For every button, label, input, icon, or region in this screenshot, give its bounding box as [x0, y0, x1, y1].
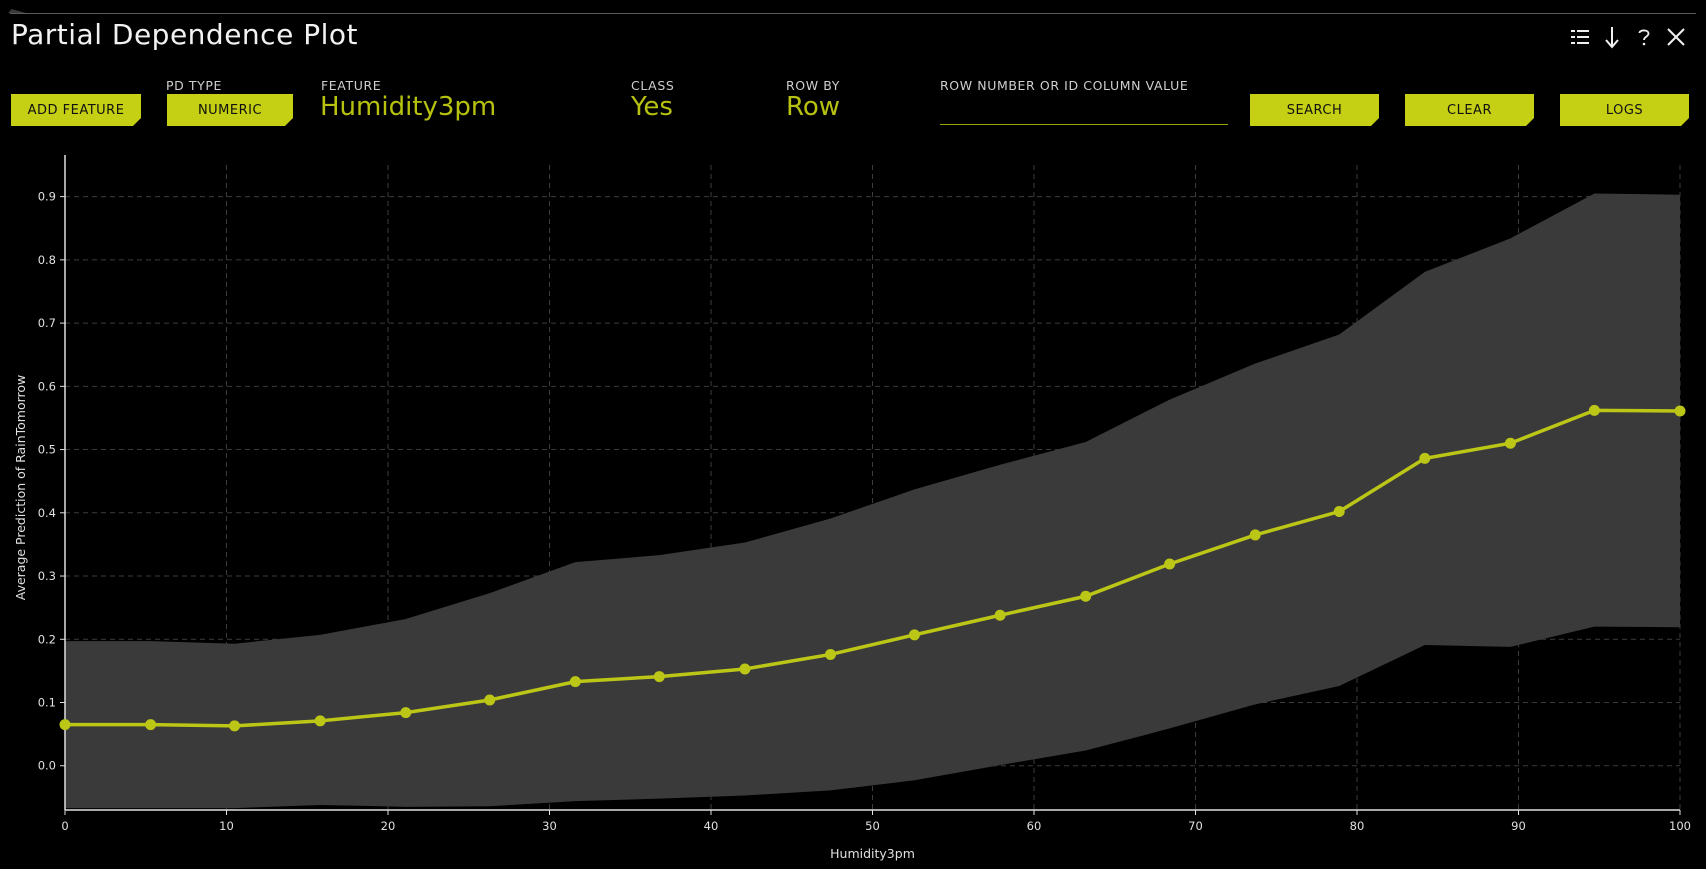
feature-value[interactable]: Humidity3pm	[320, 92, 496, 122]
feature-label: FEATURE	[321, 78, 382, 93]
row-by-value[interactable]: Row	[786, 92, 840, 122]
window-title: Partial Dependence Plot	[11, 18, 358, 51]
help-question-icon[interactable]	[1628, 22, 1660, 52]
x-tick-label: 50	[865, 819, 880, 833]
data-point[interactable]	[653, 671, 665, 683]
y-tick-label: 0.2	[38, 632, 56, 646]
partial-dependence-chart: 0 10 20 30 40 50 60 70 80 90 100 0.0 0.1 0.2 0.3 0.4 0.5…	[13, 155, 1691, 861]
data-point[interactable]	[739, 663, 751, 675]
data-point[interactable]	[1164, 558, 1176, 570]
x-tick-label: 30	[542, 819, 557, 833]
y-tick-label: 0.0	[38, 759, 56, 773]
data-point[interactable]	[229, 720, 241, 732]
data-point[interactable]	[825, 648, 837, 660]
y-tick-label: 0.7	[38, 316, 56, 330]
data-point[interactable]	[1674, 405, 1686, 417]
class-value[interactable]: Yes	[631, 92, 673, 122]
data-point[interactable]	[908, 629, 920, 641]
search-button[interactable]: SEARCH	[1250, 94, 1379, 126]
close-icon[interactable]	[1660, 22, 1692, 52]
window-controls	[1564, 22, 1692, 52]
x-tick-label: 40	[704, 819, 719, 833]
data-point[interactable]	[569, 676, 581, 688]
x-tick-label: 10	[219, 819, 234, 833]
data-point[interactable]	[314, 715, 326, 727]
x-tick-label: 100	[1669, 819, 1691, 833]
data-point[interactable]	[1504, 437, 1516, 449]
data-point[interactable]	[1333, 506, 1345, 518]
y-tick-label: 0.3	[38, 569, 56, 583]
y-tick-label: 0.6	[38, 379, 56, 393]
y-tick-label: 0.4	[38, 506, 56, 520]
row-search-input[interactable]	[940, 98, 1228, 125]
x-axis-title: Humidity3pm	[830, 846, 915, 861]
y-tick-label: 0.9	[38, 190, 56, 204]
x-tick-label: 0	[61, 819, 68, 833]
data-point[interactable]	[994, 609, 1006, 621]
window-top-border	[10, 13, 1696, 14]
x-tick-label: 20	[381, 819, 396, 833]
y-tick-label: 0.5	[38, 443, 56, 457]
data-point[interactable]	[1588, 404, 1600, 416]
pd-type-numeric-button[interactable]: NUMERIC	[167, 94, 293, 126]
y-tick-label: 0.1	[38, 696, 56, 710]
add-feature-button[interactable]: ADD FEATURE	[11, 94, 141, 126]
window-drag-tab[interactable]	[8, 9, 26, 13]
x-tick-label: 90	[1511, 819, 1526, 833]
class-label: CLASS	[631, 78, 675, 93]
y-tick-label: 0.8	[38, 253, 56, 267]
logs-button[interactable]: LOGS	[1560, 94, 1689, 126]
clear-button[interactable]: CLEAR	[1405, 94, 1534, 126]
row-by-label: ROW BY	[786, 78, 840, 93]
data-point[interactable]	[1419, 452, 1431, 464]
y-axis-title: Average Prediction of RainTomorrow	[13, 375, 28, 601]
data-point[interactable]	[1249, 529, 1261, 541]
data-point[interactable]	[145, 719, 157, 731]
pd-type-label: PD TYPE	[166, 78, 223, 93]
x-tick-label: 60	[1027, 819, 1042, 833]
x-tick-label: 70	[1188, 819, 1203, 833]
download-arrow-icon[interactable]	[1596, 22, 1628, 52]
data-point[interactable]	[1080, 590, 1092, 602]
row-search-label: ROW NUMBER OR ID COLUMN VALUE	[940, 78, 1189, 93]
data-point[interactable]	[484, 694, 496, 706]
x-tick-label: 80	[1350, 819, 1365, 833]
legend-list-icon[interactable]	[1564, 22, 1596, 52]
data-point[interactable]	[59, 719, 71, 731]
data-point[interactable]	[400, 707, 412, 719]
